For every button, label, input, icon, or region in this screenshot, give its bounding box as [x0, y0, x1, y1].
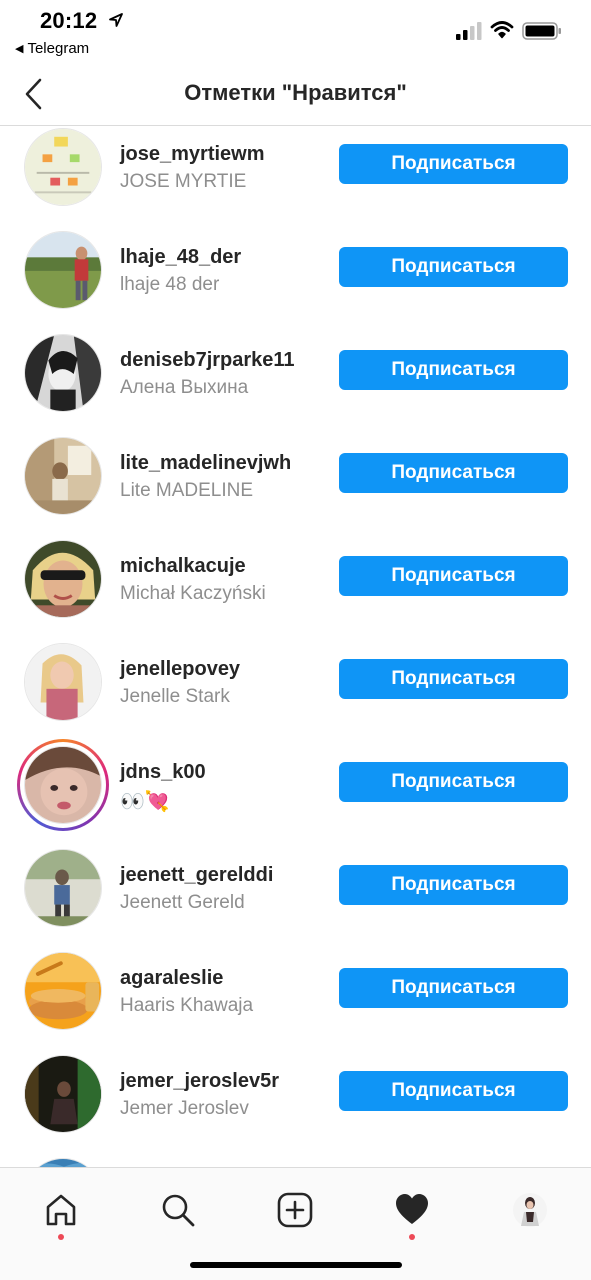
username[interactable]: jeenett_gerelddi: [120, 864, 273, 887]
full-name: 👀💘: [120, 791, 170, 813]
list-item: jenellepovey Jenelle Stark Подписаться: [0, 642, 591, 745]
back-to-app-link[interactable]: ◀ Telegram: [15, 40, 89, 57]
avatar-image: [25, 747, 101, 823]
list-item: lite_madelinevjwh Lite MADELINE Подписат…: [0, 436, 591, 539]
full-name: Jemer Jeroslev: [120, 1098, 249, 1119]
avatar: [24, 1055, 102, 1133]
user-avatar[interactable]: [22, 332, 104, 414]
full-name: Haaris Khawaja: [120, 995, 254, 1016]
follow-button[interactable]: Подписаться: [339, 247, 568, 287]
list-item: jdns_k00 👀💘 Подписаться: [0, 739, 591, 848]
user-avatar[interactable]: [22, 435, 104, 517]
location-arrow-icon: [109, 13, 123, 27]
back-triangle-icon: ◀: [15, 43, 24, 55]
avatar-image: [25, 644, 101, 720]
list-item: michalkacuje Michał Kaczyński Подписатьс…: [0, 539, 591, 642]
follow-button[interactable]: Подписаться: [339, 453, 568, 493]
page-title: Отметки "Нравится": [184, 80, 407, 105]
wifi-icon: [490, 21, 514, 39]
user-avatar[interactable]: [22, 847, 104, 929]
username[interactable]: agaraleslie: [120, 967, 223, 990]
notification-dot: [409, 1234, 415, 1240]
user-avatar[interactable]: [22, 641, 104, 723]
user-avatar[interactable]: [22, 1156, 104, 1167]
full-name: Алена Выхина: [120, 377, 249, 398]
username[interactable]: deniseb7jrparke11: [120, 349, 295, 372]
search-icon: [162, 1194, 195, 1227]
username[interactable]: michalkacuje: [120, 555, 246, 578]
follow-button[interactable]: Подписаться: [339, 144, 568, 184]
back-app-label: Telegram: [27, 40, 90, 57]
username[interactable]: jdns_k00: [120, 761, 206, 784]
profile-avatar: [513, 1193, 547, 1227]
avatar-image: [25, 232, 101, 308]
full-name: Jeenett Gereld: [120, 892, 245, 913]
avatar-image: [25, 850, 101, 926]
user-avatar[interactable]: [22, 127, 104, 208]
follow-button[interactable]: Подписаться: [339, 762, 568, 802]
cellular-signal-icon: [456, 22, 482, 40]
full-name: JOSE MYRTIE: [120, 171, 247, 192]
avatar: [24, 952, 102, 1030]
full-name: Lite MADELINE: [120, 480, 254, 501]
follow-button[interactable]: Подписаться: [339, 556, 568, 596]
full-name: lhaje 48 der: [120, 274, 220, 295]
tab-activity[interactable]: [382, 1178, 442, 1240]
status-bar: 20:12 ◀ Telegram: [0, 0, 591, 62]
follow-button[interactable]: Подписаться: [339, 659, 568, 699]
likes-list[interactable]: jose_myrtiewm JOSE MYRTIE Подписаться lh…: [0, 127, 591, 1167]
list-item: lhaje_48_der lhaje 48 der Подписаться: [0, 230, 591, 333]
user-avatar-story-ring[interactable]: [17, 739, 109, 831]
avatar-image: [25, 953, 101, 1029]
avatar: [24, 334, 102, 412]
notification-dot: [58, 1234, 64, 1240]
list-item: jemer_jeroslev5r Jemer Jeroslev Подписат…: [0, 1054, 591, 1157]
avatar-image: [25, 1056, 101, 1132]
avatar-image: [25, 541, 101, 617]
avatar: [24, 643, 102, 721]
battery-icon: [522, 22, 561, 40]
list-item: agaraleslie Haaris Khawaja Подписаться: [0, 951, 591, 1054]
home-indicator: [190, 1262, 402, 1268]
header-bar: Отметки "Нравится": [0, 62, 591, 126]
list-item: deniseb7jrparke11 Алена Выхина Подписать…: [0, 333, 591, 436]
new-post-icon: [277, 1192, 313, 1228]
username[interactable]: jemer_jeroslev5r: [120, 1070, 279, 1093]
tab-search[interactable]: [148, 1178, 208, 1238]
avatar-image: [25, 335, 101, 411]
user-avatar[interactable]: [22, 538, 104, 620]
full-name: Michał Kaczyński: [120, 583, 266, 604]
avatar: [24, 128, 102, 206]
avatar: [24, 746, 102, 824]
follow-button[interactable]: Подписаться: [339, 865, 568, 905]
username[interactable]: lite_madelinevjwh: [120, 452, 291, 475]
follow-button[interactable]: Подписаться: [339, 350, 568, 390]
avatar: [24, 849, 102, 927]
status-time: 20:12: [40, 8, 98, 33]
avatar-image: [25, 1159, 101, 1167]
list-item: jeenett_gerelddi Jeenett Gereld Подписат…: [0, 848, 591, 951]
username[interactable]: jose_myrtiewm: [120, 143, 265, 166]
list-item: jose_myrtiewm JOSE MYRTIE Подписаться: [0, 127, 591, 230]
avatar-image: [25, 438, 101, 514]
user-avatar[interactable]: [22, 950, 104, 1032]
avatar: [24, 1158, 102, 1167]
user-avatar[interactable]: [22, 1053, 104, 1135]
avatar: [24, 540, 102, 618]
avatar-image: [25, 129, 101, 205]
avatar: [24, 231, 102, 309]
tab-profile[interactable]: [500, 1178, 560, 1238]
follow-button[interactable]: Подписаться: [339, 1071, 568, 1111]
tab-new-post[interactable]: [265, 1178, 325, 1238]
follow-button[interactable]: Подписаться: [339, 968, 568, 1008]
username[interactable]: jenellepovey: [120, 658, 240, 681]
activity-heart-icon: [396, 1194, 428, 1224]
username[interactable]: lhaje_48_der: [120, 246, 241, 269]
tab-home[interactable]: [31, 1178, 91, 1240]
home-icon: [46, 1194, 76, 1226]
avatar: [24, 437, 102, 515]
full-name: Jenelle Stark: [120, 686, 230, 707]
list-item: [0, 1157, 591, 1167]
user-avatar[interactable]: [22, 229, 104, 311]
